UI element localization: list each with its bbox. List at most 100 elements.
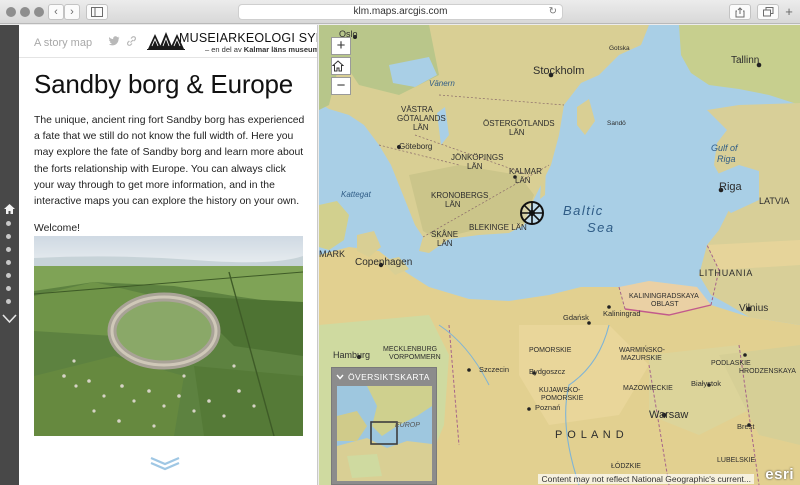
logo-subtitle: – en del av Kalmar läns museum — [205, 45, 317, 54]
section-dot-7[interactable] — [6, 299, 11, 304]
map-label-bydgoszcz: Bydgoszcz — [529, 367, 566, 376]
map-label-kattegat: Kattegat — [341, 190, 371, 199]
sandby-borg-marker-icon[interactable] — [520, 201, 544, 225]
map-label-jonkopings: JÖNKÖPINGS — [451, 153, 504, 162]
map-label-stockholm: Stockholm — [533, 65, 585, 77]
map-label-vanern: Vänern — [429, 79, 455, 88]
sidebar-icon — [91, 7, 103, 17]
home-extent-button[interactable] — [331, 57, 351, 75]
map-label-mazurskie: MAZURSKIE — [621, 355, 662, 362]
link-icon[interactable] — [126, 36, 137, 46]
back-button[interactable]: ‹ — [48, 4, 64, 20]
map-label-kujawsko: KUJAWSKO- — [539, 387, 581, 394]
story-title: Sandby borg & Europe — [34, 69, 294, 99]
section-dot-4[interactable] — [6, 260, 11, 265]
story-panel: A story map MUSEIARKEOLOGI SYDOST – en d… — [19, 25, 318, 485]
overview-label-europe: EUROP — [395, 422, 420, 429]
map-label-gotska: Gotska — [609, 45, 630, 52]
map-label-kujawsko-pomorskie: POMORSKIE — [541, 395, 584, 402]
scroll-down-chevron-icon[interactable] — [149, 455, 181, 471]
logo-title: MUSEIARKEOLOGI SYDOST — [179, 31, 317, 45]
map-label-latvia: LATVIA — [759, 196, 790, 206]
address-text: klm.maps.arcgis.com — [353, 6, 448, 17]
map-label-oblast: OBLAST — [651, 301, 679, 308]
overview-map-title: ÖVERSIKTSKARTA — [348, 372, 430, 382]
map-label-riga: Riga — [719, 181, 742, 193]
story-navigation-rail — [0, 25, 19, 485]
map-attribution[interactable]: Content may not reflect National Geograp… — [538, 474, 754, 484]
map-label-goteborg: Göteborg — [399, 142, 433, 151]
map-label-sando: Sandö — [607, 120, 626, 127]
map-label-vilnius: Vilnius — [739, 303, 769, 314]
section-dot-3[interactable] — [6, 247, 11, 252]
browser-toolbar: ‹ › klm.maps.arcgis.com ↻ + — [0, 0, 800, 24]
story-map-kicker: A story map — [34, 37, 93, 49]
map-label-bialystok: Białystok — [691, 379, 722, 388]
overview-collapse-chevron-icon[interactable] — [336, 374, 344, 380]
zoom-out-button[interactable]: − — [331, 77, 351, 95]
map-label-gotalands: GÖTALANDS — [397, 114, 446, 123]
map-label-lan-3: LÄN — [467, 162, 483, 171]
map-label-warminsko: WARMIŃSKO- — [619, 347, 666, 354]
map-label-lan-1: LÄN — [413, 123, 429, 132]
sandby-borg-aerial-photo — [34, 236, 303, 436]
map-label-lithuania: LITHUANIA — [699, 268, 754, 278]
share-button[interactable] — [729, 4, 751, 20]
map-label-warsaw: Warsaw — [649, 409, 689, 421]
map-label-lan-5: LÄN — [445, 200, 461, 209]
map-label-kaliningrad: Kaliningrad — [603, 309, 641, 318]
map-label-kalmar: KALMAR — [509, 167, 542, 176]
map-label-blekinge: BLEKINGE LÄN — [469, 223, 527, 232]
map-label-poland: P O L A N D — [555, 429, 625, 441]
map-label-mazowieckie: MAZOWIECKIE — [623, 385, 673, 392]
overview-map[interactable]: EUROP — [337, 386, 432, 481]
map-label-hrodzenskaya: HRODZENSKAYA — [739, 368, 796, 375]
welcome-text: Welcome! — [34, 223, 81, 234]
home-icon[interactable] — [3, 203, 16, 215]
map-label-tallinn: Tallinn — [731, 55, 760, 66]
esri-logo[interactable]: esri — [765, 466, 794, 483]
share-icon — [735, 7, 745, 18]
map-label-lodzkie: ŁÓDZKIE — [611, 463, 641, 470]
chevron-down-icon[interactable] — [2, 313, 17, 325]
map-label-brest: Brest — [737, 422, 755, 431]
map-label-mark: MARK — [319, 249, 346, 259]
section-dot-5[interactable] — [6, 273, 11, 278]
map-label-kaliningradskaya: KALININGRADSKAYA — [629, 293, 699, 300]
zoom-window-button[interactable] — [34, 7, 44, 17]
map-label-vastra: VÄSTRA — [401, 105, 434, 114]
tabs-icon — [762, 7, 773, 17]
map-label-copenhagen: Copenhagen — [355, 257, 413, 268]
map-label-lubelskie: LUBELSKIE — [717, 457, 756, 464]
map-label-gdansk: Gdańsk — [563, 313, 589, 322]
map-label-gulf-riga: Riga — [717, 154, 736, 164]
interactive-map[interactable]: Oslo Stockholm Tallinn Vänern VÄSTRA GÖT… — [319, 25, 800, 485]
map-label-hamburg: Hamburg — [333, 350, 371, 360]
tabs-overview-button[interactable] — [757, 4, 779, 20]
section-dot-6[interactable] — [6, 286, 11, 291]
story-body: The unique, ancient ring fort Sandby bor… — [34, 115, 305, 208]
twitter-icon[interactable] — [109, 36, 120, 46]
logo-subtitle-prefix: – en del av — [205, 45, 242, 54]
section-dot-2[interactable] — [6, 234, 11, 239]
address-bar[interactable]: klm.maps.arcgis.com ↻ — [238, 4, 563, 20]
map-label-pomorskie: POMORSKIE — [529, 347, 572, 354]
sidebar-toggle-button[interactable] — [86, 4, 108, 20]
zoom-in-button[interactable]: + — [331, 37, 351, 55]
home-icon — [332, 60, 344, 72]
new-tab-button[interactable]: + — [782, 5, 796, 19]
section-dot-1[interactable] — [6, 221, 11, 226]
reload-icon[interactable]: ↻ — [549, 5, 557, 19]
panel-header: A story map MUSEIARKEOLOGI SYDOST – en d… — [19, 25, 317, 58]
minimize-window-button[interactable] — [20, 7, 30, 17]
map-label-baltic: Baltic — [563, 203, 604, 218]
map-label-skane: SKÅNE — [431, 230, 459, 239]
close-window-button[interactable] — [6, 7, 16, 17]
map-label-lan-6: LÄN — [437, 239, 453, 248]
map-label-ostergotlands: ÖSTERGÖTLANDS — [483, 119, 555, 128]
map-label-poznan: Poznań — [535, 403, 561, 412]
forward-button[interactable]: › — [64, 4, 80, 20]
map-label-mecklenburg: MECKLENBURG — [383, 346, 438, 353]
overview-map-panel[interactable]: ÖVERSIKTSKARTA EUROP — [331, 367, 437, 485]
map-label-sea: Sea — [587, 220, 615, 235]
